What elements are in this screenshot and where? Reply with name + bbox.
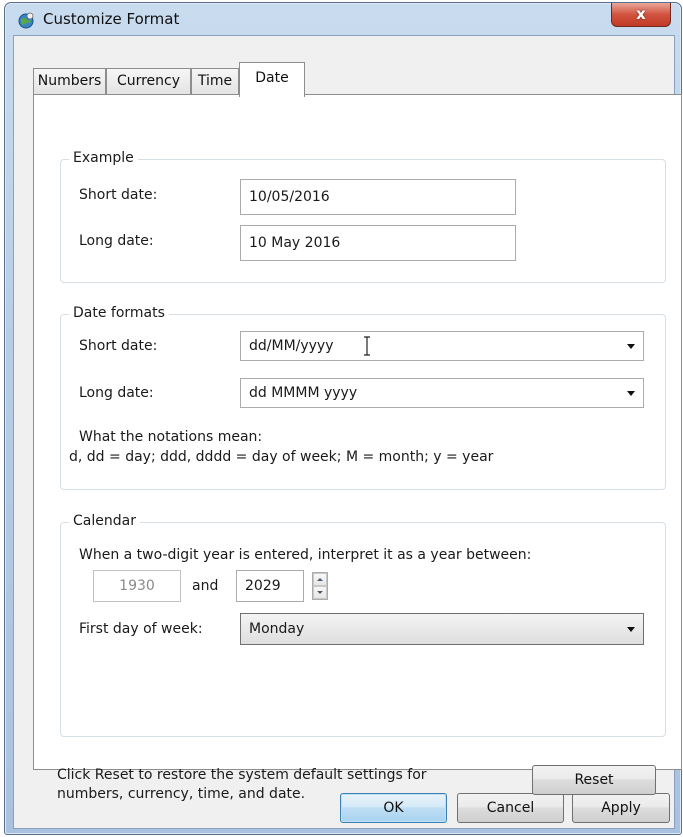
- window-title: Customize Format: [43, 10, 180, 28]
- customize-format-window: Customize Format x Numbers Currency Time…: [4, 2, 682, 835]
- short-date-format-value: dd/MM/yyyy: [249, 338, 334, 354]
- chevron-down-icon[interactable]: [627, 391, 635, 396]
- calendar-group: Calendar When a two-digit year is entere…: [60, 513, 666, 737]
- chevron-down-icon[interactable]: [627, 344, 635, 349]
- long-date-format-value: dd MMMM yyyy: [249, 385, 358, 401]
- spin-down-icon[interactable]: [313, 586, 327, 599]
- tab-numbers[interactable]: Numbers: [33, 68, 106, 95]
- example-long-date-field: 10 May 2016: [240, 225, 516, 261]
- globe-clock-icon: [18, 12, 34, 29]
- close-button[interactable]: x: [611, 3, 671, 27]
- title-bar[interactable]: Customize Format x: [5, 3, 681, 37]
- example-group-title: Example: [69, 150, 138, 166]
- first-day-of-week-label: First day of week:: [79, 621, 203, 637]
- example-short-date-field: 10/05/2016: [240, 179, 516, 215]
- date-formats-group-title: Date formats: [69, 305, 169, 321]
- year-start-field: 1930: [93, 570, 181, 602]
- reset-note-line2: numbers, currency, time, and date.: [57, 786, 306, 802]
- reset-note-line1: Click Reset to restore the system defaul…: [57, 767, 427, 783]
- two-digit-year-text: When a two-digit year is entered, interp…: [79, 547, 532, 563]
- dialog-client-area: Numbers Currency Time Date Example Short…: [13, 35, 682, 829]
- short-date-format-label: Short date:: [79, 338, 158, 354]
- example-group: Example Short date: 10/05/2016 Long date…: [60, 150, 666, 283]
- spin-up-icon[interactable]: [313, 573, 327, 586]
- short-date-format-combo[interactable]: dd/MM/yyyy: [240, 331, 644, 361]
- notation-title: What the notations mean:: [79, 429, 263, 445]
- reset-note: Click Reset to restore the system defaul…: [57, 766, 427, 804]
- text-cursor-icon: [364, 336, 370, 356]
- date-formats-group: Date formats Short date: dd/MM/yyyy Long…: [60, 305, 666, 490]
- long-date-format-label: Long date:: [79, 385, 154, 401]
- tab-time[interactable]: Time: [191, 68, 239, 95]
- year-end-field[interactable]: 2029: [236, 570, 304, 602]
- first-day-of-week-dropdown[interactable]: Monday: [240, 613, 644, 645]
- tab-strip: Numbers Currency Time Date: [14, 36, 676, 97]
- reset-button[interactable]: Reset: [532, 765, 656, 795]
- tab-currency[interactable]: Currency: [106, 68, 191, 95]
- tab-date[interactable]: Date: [239, 62, 305, 97]
- chevron-down-icon[interactable]: [627, 627, 635, 632]
- cancel-button[interactable]: Cancel: [457, 793, 564, 823]
- long-date-format-combo[interactable]: dd MMMM yyyy: [240, 378, 644, 408]
- and-label: and: [192, 578, 219, 594]
- date-tab-panel: Example Short date: 10/05/2016 Long date…: [33, 94, 682, 802]
- apply-button[interactable]: Apply: [572, 793, 670, 823]
- first-day-of-week-value: Monday: [249, 621, 305, 637]
- notation-text: d, dd = day; ddd, dddd = day of week; M …: [69, 449, 494, 465]
- example-long-date-label: Long date:: [79, 233, 154, 249]
- year-end-spinner: [312, 572, 328, 600]
- example-short-date-label: Short date:: [79, 187, 158, 203]
- calendar-group-title: Calendar: [69, 513, 140, 529]
